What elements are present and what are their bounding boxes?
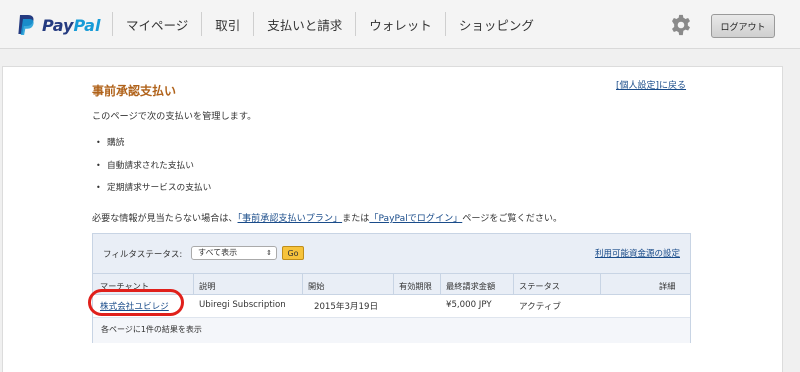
column-header-status: ステータス [519,281,560,291]
row-start-date: 2015年3月19日 [314,302,379,312]
nav-item-mypage[interactable]: マイページ [112,12,201,36]
nav-item-transactions[interactable]: 取引 [201,12,253,36]
help-note-suffix: ページをご覧ください。 [462,214,563,224]
select-arrows-icon: ⇕ [266,249,272,257]
table-footer: 各ページに1件の結果を表示 [93,317,690,343]
paypal-logo[interactable]: PayPal [16,13,100,37]
table-header: マーチャント 説明 開始 有効期限 最終請求金額 ステータス 詳細 [93,274,690,295]
nav-item-payments-billing[interactable]: 支払いと請求 [253,12,355,36]
back-to-profile-link[interactable]: [個人設定]に戻る [616,78,686,91]
nav-item-wallet[interactable]: ウォレット [355,12,445,36]
logout-button[interactable]: ログアウト [711,14,775,38]
logo-text-pay: Pay [42,15,74,35]
column-header-details: 詳細 [659,281,676,291]
preapproved-plans-link[interactable]: 「事前承認支払いプラン」 [238,214,343,224]
main-nav: マイページ 取引 支払いと請求 ウォレット ショッピング [112,0,547,48]
preapproved-payments-table: フィルタステータス: すべて表示 ⇕ Go 利用可能資金源の設定 マーチャント … [92,233,691,343]
results-count-text: 各ページに1件の結果を表示 [101,325,202,334]
list-item: 定期請求サービスの支払い [96,181,211,204]
list-item: 自動請求された支払い [96,159,211,182]
payment-types-list: 購読 自動請求された支払い 定期請求サービスの支払い [96,136,211,204]
help-note: 必要な情報が見当たらない場合は、「事前承認支払いプラン」または「PayPalでロ… [92,210,562,224]
login-with-paypal-link[interactable]: 「PayPalでログイン」 [369,214,462,224]
row-last-amount: ¥5,000 JPY [446,300,492,310]
logo-text-pal: Pal [73,15,101,35]
column-header-last-amount: 最終請求金額 [446,281,496,291]
status-filter-value: すべて表示 [198,248,238,257]
merchant-highlight-circle [88,289,184,316]
funding-sources-link[interactable]: 利用可能資金源の設定 [595,247,680,259]
filter-bar: フィルタステータス: すべて表示 ⇕ Go 利用可能資金源の設定 [93,234,690,274]
column-header-description: 説明 [199,281,216,291]
paypal-logo-icon [18,15,34,35]
gear-icon[interactable] [670,14,692,36]
page-title: 事前承認支払い [92,84,177,98]
row-description: Ubiregi Subscription [199,300,286,310]
list-item: 購読 [96,136,211,159]
help-note-prefix: 必要な情報が見当たらない場合は、 [92,214,238,224]
column-header-expiry: 有効期限 [399,281,432,291]
intro-text: このページで次の支払いを管理します。 [92,111,257,122]
column-header-start: 開始 [308,281,325,291]
nav-item-shopping[interactable]: ショッピング [444,12,547,36]
help-note-middle: または [342,214,370,224]
status-filter-select[interactable]: すべて表示 ⇕ [191,246,277,260]
top-navigation-bar: PayPal マイページ 取引 支払いと請求 ウォレット ショッピング ログアウ… [0,0,800,49]
filter-status-label: フィルタステータス: [103,250,183,260]
go-button[interactable]: Go [282,246,304,260]
row-status: アクティブ [519,302,562,312]
